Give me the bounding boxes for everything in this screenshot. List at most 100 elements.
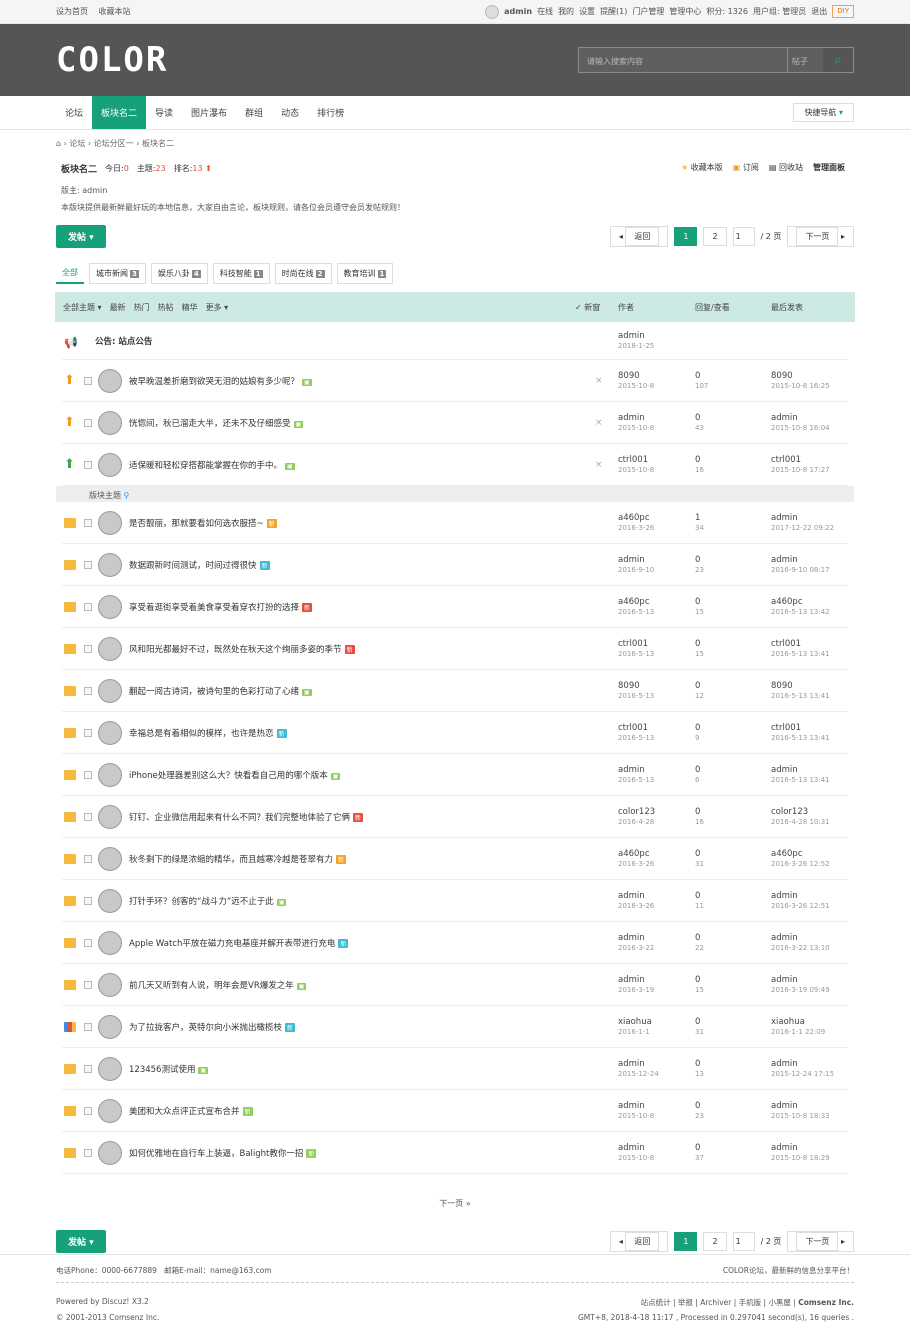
close-icon[interactable]: × (595, 376, 603, 386)
thread-checkbox[interactable] (84, 728, 92, 737)
thread-checkbox[interactable] (84, 518, 92, 527)
table-row[interactable]: iPhone处理器差别这么大？快看看自己用的哪个版本 ▣ admin 2016-5-… (62, 754, 848, 796)
table-row[interactable]: 美团和大众点评正式宣布合并新 admin 2015-10-8 0 23 admin 2… (62, 1090, 848, 1132)
filter-hot-posts[interactable]: 热帖 (158, 302, 174, 313)
thread-author[interactable]: admin 2015-10-8 (618, 1143, 654, 1163)
avatar[interactable] (98, 1014, 122, 1039)
thread-checkbox[interactable] (84, 812, 92, 821)
site-logo[interactable]: COLOR (56, 40, 168, 80)
thread-last-post[interactable]: admin 2015-12-24 17:15 (771, 1059, 834, 1079)
thread-title[interactable]: 风和阳光都最好不过，既然处在秋天这个绚丽多姿的季节新 (129, 643, 355, 655)
thread-last-post[interactable]: a460pc 2016-5-13 13:42 (771, 597, 830, 617)
thread-author[interactable]: ctrl001 2016-5-13 (618, 639, 654, 659)
set-homepage-link[interactable]: 设为首页 (56, 7, 88, 16)
admin-center-link[interactable]: 管理中心 (669, 6, 701, 17)
my-menu[interactable]: 我的 (558, 6, 574, 17)
mobile-link[interactable]: 手机版 (739, 1298, 762, 1307)
tab-fashion[interactable]: 时尚在线 2 (274, 263, 332, 284)
thread-checkbox[interactable] (84, 770, 92, 779)
blackroom-link[interactable]: 小黑屋 (768, 1298, 791, 1307)
nav-ranking[interactable]: 排行榜 (308, 96, 353, 129)
avatar[interactable] (98, 972, 122, 997)
avatar[interactable] (98, 636, 122, 661)
page-input[interactable]: 1 (732, 226, 755, 246)
table-row[interactable]: ⬆ 被早晚温差折磨到欲哭无泪的姑娘有多少呢？ ▣ × 8090 2015-10-8 … (62, 360, 848, 402)
filter-all[interactable]: 全部主题 ▾ (63, 302, 102, 313)
table-row[interactable]: 123456测试使用 ▣ admin 2015-12-24 0 13 admin 201… (62, 1048, 848, 1090)
recycle-bin-button[interactable]: ▤ 回收站 (769, 162, 803, 173)
avatar[interactable] (98, 510, 122, 535)
avatar[interactable] (98, 368, 122, 393)
search-input[interactable]: 请输入搜索内容 (579, 48, 787, 72)
thread-checkbox[interactable] (84, 560, 92, 569)
thread-author[interactable]: admin 2015-10-8 (618, 413, 654, 433)
thread-checkbox[interactable] (84, 644, 92, 653)
thread-author[interactable]: admin 2015-12-24 (618, 1059, 659, 1079)
points-link[interactable]: 积分: 1326 (706, 6, 748, 17)
portal-admin-link[interactable]: 门户管理 (632, 6, 664, 17)
table-row[interactable]: 享受着逛街享受着美食享受着穿衣打扮的选择新 a460pc 2016-5-13 01… (62, 586, 848, 628)
crumb-zone[interactable]: 论坛分区一 (94, 139, 134, 148)
thread-author[interactable]: admin 2015-10-8 (618, 1101, 654, 1121)
thread-checkbox[interactable] (84, 980, 92, 989)
thread-title[interactable]: 如何优雅地在自行车上装逼，Balight教你一招新 (129, 1147, 317, 1159)
nav-waterfall[interactable]: 图片瀑布 (182, 96, 236, 129)
thread-checkbox[interactable] (84, 1022, 92, 1031)
thread-author[interactable]: 8090 2015-10-8 (618, 371, 654, 391)
avatar[interactable] (98, 846, 122, 871)
diy-button[interactable]: DIY (832, 5, 854, 18)
thread-last-post[interactable]: admin 2016-9-10 08:17 (771, 555, 830, 575)
tab-education[interactable]: 教育培训 1 (336, 263, 394, 284)
table-row[interactable]: 钉钉、企业微信用起来有什么不同？我们完整地体验了它俩新 color123 2016… (62, 796, 848, 838)
tab-gossip[interactable]: 娱乐八卦 4 (150, 263, 208, 284)
settings-link[interactable]: 设置 (579, 6, 595, 17)
thread-checkbox[interactable] (84, 896, 92, 905)
close-icon[interactable]: × (595, 460, 603, 470)
filter-digest[interactable]: 精华 (182, 302, 198, 313)
thread-title[interactable]: 适保暖和轻松穿搭都能掌握在你的手中。 ▣ (129, 459, 295, 471)
tab-all[interactable]: 全部 (56, 263, 84, 284)
thread-last-post[interactable]: color123 2016-4-28 10:31 (771, 807, 830, 827)
thread-title[interactable]: 被早晚温差折磨到欲哭无泪的姑娘有多少呢？ ▣ (129, 375, 312, 387)
quick-nav-button[interactable]: 快捷导航 (793, 103, 854, 122)
username-link[interactable]: admin (504, 7, 532, 16)
thread-title[interactable]: 幸福总是有着相似的模样，也许是热恋新 (129, 727, 287, 739)
usergroup-link[interactable]: 用户组: 管理员 (753, 6, 806, 17)
avatar[interactable] (98, 804, 122, 829)
thread-title[interactable]: 打针手环？创客的“战斗力”远不止于此 ▣ (129, 895, 287, 907)
thread-author[interactable]: xiaohua 2016-1-1 (618, 1017, 652, 1037)
favorite-forum-button[interactable]: ★ 收藏本版 (681, 162, 723, 173)
avatar[interactable] (98, 930, 122, 955)
thread-last-post[interactable]: ctrl001 2016-5-13 13:41 (771, 639, 830, 659)
thread-last-post[interactable]: admin 2016-3-19 09:49 (771, 975, 830, 995)
thread-author[interactable]: admin 2016-3-26 (618, 891, 654, 911)
crumb-forum[interactable]: 论坛 (69, 139, 85, 148)
thread-checkbox[interactable] (84, 418, 92, 427)
comsenz-link[interactable]: Comsenz Inc. (798, 1298, 854, 1307)
thread-title[interactable]: Apple Watch平放在磁力充电基座并解开表带进行充电新 (129, 937, 349, 949)
close-icon[interactable]: × (595, 418, 603, 428)
thread-checkbox[interactable] (84, 1064, 92, 1073)
thread-author[interactable]: 8090 2016-5-13 (618, 681, 654, 701)
back-button-bottom[interactable]: ◂ 返回 (609, 1230, 669, 1252)
avatar[interactable] (98, 678, 122, 703)
thread-checkbox[interactable] (84, 938, 92, 947)
table-row[interactable]: 前几天又听到有人说，明年会是VR爆发之年 ▣ admin 2016-3-19 0 15… (62, 964, 848, 1006)
page-2[interactable]: 2 (703, 226, 727, 246)
table-row[interactable]: ⬆ 恍惚间，秋已溜走大半，还未不及仔细感受 ▣ × admin 2015-10-8 … (62, 402, 848, 444)
next-page-button-bottom[interactable]: 下一页 ▸ (787, 1230, 854, 1252)
new-window-toggle[interactable]: ✓ 新窗 (575, 302, 600, 313)
thread-last-post[interactable]: a460pc 2016-3-26 12:52 (771, 849, 830, 869)
thread-author[interactable]: admin 2016-3-22 (618, 933, 654, 953)
thread-author[interactable]: ctrl001 2016-5-13 (618, 723, 654, 743)
online-status[interactable]: 在线 (537, 6, 553, 17)
admin-panel-button[interactable]: 管理面板 (813, 162, 845, 173)
thread-title[interactable]: iPhone处理器差别这么大？快看看自己用的哪个版本 ▣ (129, 769, 341, 781)
avatar[interactable] (98, 1056, 122, 1081)
archiver-link[interactable]: Archiver (700, 1298, 731, 1307)
page-2-bottom[interactable]: 2 (703, 1231, 727, 1251)
announcement-author[interactable]: admin 2018-1-25 (618, 331, 654, 351)
thread-last-post[interactable]: admin 2015-10-8 18:29 (771, 1143, 830, 1163)
thread-author[interactable]: admin 2016-3-19 (618, 975, 654, 995)
table-row[interactable]: 打针手环？创客的“战斗力”远不止于此 ▣ admin 2016-3-26 0 11 a… (62, 880, 848, 922)
